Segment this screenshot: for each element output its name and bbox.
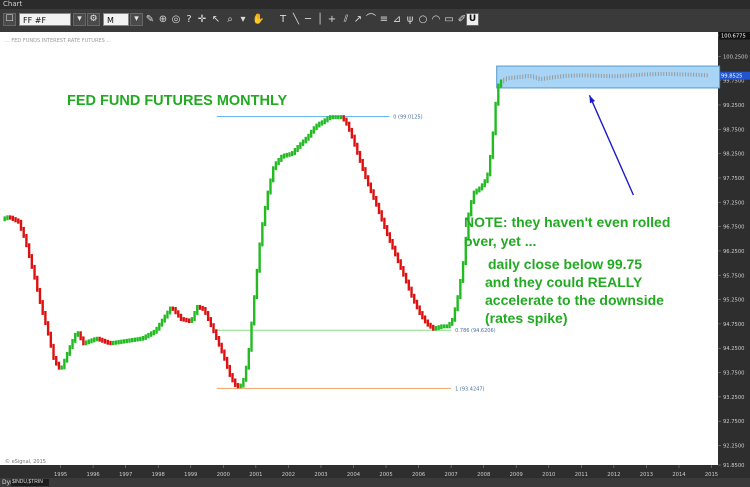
trendline-icon[interactable]: ╲ xyxy=(291,14,301,26)
copyright-text: © eSignal, 2015 xyxy=(5,458,46,465)
y-tick-label: 97.2500 xyxy=(723,200,744,206)
y-tick-label: 96.2500 xyxy=(723,249,744,255)
y-tick-label: 95.2500 xyxy=(723,298,744,304)
y-tick-label: 99.2500 xyxy=(723,103,744,109)
vertical-line-icon[interactable]: │ xyxy=(315,14,325,26)
settings-gear-icon[interactable]: ⚙ xyxy=(87,13,100,26)
chevron-down-icon[interactable]: ▾ xyxy=(73,13,86,26)
chart-title: FED FUND FUTURES MONTHLY xyxy=(67,93,288,109)
y-tick-label: 93.2500 xyxy=(723,395,744,401)
drawing-menu-icon[interactable]: ▾ xyxy=(238,14,248,26)
footer-symbol-field[interactable]: $INDU,$TRIN xyxy=(11,479,49,486)
interval-input[interactable]: M xyxy=(103,13,129,26)
window-title: Chart xyxy=(3,0,23,8)
arc-icon[interactable]: ◠ xyxy=(431,14,441,26)
channel-icon[interactable]: ⫽ xyxy=(341,14,351,26)
price-chart: ... FED FUNDS INTEREST RATE FUTURES ... 1… xyxy=(0,32,750,487)
pitchfork-icon[interactable]: ψ xyxy=(405,14,415,26)
fibonacci-icon[interactable]: ≡ xyxy=(379,14,389,26)
fib-label: 0.786 (94.6206) xyxy=(455,328,496,334)
y-tick-label: 93.7500 xyxy=(723,371,744,377)
y-tick-label: 92.2500 xyxy=(723,444,744,450)
ray-icon[interactable]: ↗ xyxy=(353,14,363,26)
rectangle-icon[interactable]: ▭ xyxy=(444,14,454,26)
link-icon[interactable]: ☐ xyxy=(3,13,16,26)
hand-icon[interactable]: ✋ xyxy=(252,14,264,26)
gann-icon[interactable]: ⊿ xyxy=(392,14,402,26)
body-line-3: accelerate to the downside xyxy=(485,292,664,308)
chart-area: ... FED FUNDS INTEREST RATE FUTURES ... 1… xyxy=(0,32,750,487)
y-tick-label: 100.2500 xyxy=(723,54,748,60)
magnifier-icon[interactable]: ⌕ xyxy=(225,14,235,26)
body-line-1: daily close below 99.75 xyxy=(488,256,642,272)
horizontal-line-icon[interactable]: ─ xyxy=(303,14,313,26)
pencil-icon[interactable]: ✎ xyxy=(145,14,155,26)
fib-label: 1 (93.4247) xyxy=(455,386,484,392)
cycle-icon[interactable]: ⌒ xyxy=(366,14,376,26)
note-line-1: NOTE: they haven't even rolled xyxy=(464,214,670,230)
y-tick-label: 92.7500 xyxy=(723,419,744,425)
body-line-2: and they could REALLY xyxy=(485,274,643,290)
unlock-icon[interactable]: U xyxy=(466,13,479,26)
last-price-label: 99.8525 xyxy=(721,74,742,80)
highlight-box xyxy=(496,65,721,89)
y-tick-label: 95.7500 xyxy=(723,273,744,279)
y-tick-label: 98.2500 xyxy=(723,152,744,158)
interval-dropdown-icon[interactable]: ▾ xyxy=(130,13,143,26)
window-title-bar: Chart xyxy=(0,0,750,9)
plus-line-icon[interactable]: + xyxy=(327,14,337,26)
body-line-4: (rates spike) xyxy=(485,310,567,326)
note-line-2: over, yet ... xyxy=(464,233,536,249)
y-tick-label: 94.2500 xyxy=(723,346,744,352)
status-bar: Dyn $INDU,$TRIN xyxy=(0,478,750,487)
symbol-input[interactable]: FF #F xyxy=(19,13,71,26)
zoom-icon[interactable]: ⊕ xyxy=(158,14,168,26)
ellipse-icon[interactable]: ○ xyxy=(418,14,428,26)
help-icon[interactable]: ? xyxy=(184,14,194,26)
target-icon[interactable]: ◎ xyxy=(171,14,181,26)
cursor-icon[interactable]: ↖ xyxy=(211,14,221,26)
y-tick-label: 97.7500 xyxy=(723,176,744,182)
text-tool-icon[interactable]: T xyxy=(278,14,288,26)
current-price-label: 100.6775 xyxy=(721,34,746,40)
y-tick-label: 94.7500 xyxy=(723,322,744,328)
y-tick-label: 98.7500 xyxy=(723,127,744,133)
fib-label: 0 (99.0125) xyxy=(393,115,422,121)
chart-toolbar: ☐ FF #F ▾ ⚙ M ▾ ✎ ⊕ ◎ ? ✛ ↖ ⌕ ▾ ✋ T ╲ ─ … xyxy=(0,9,750,33)
crosshair-icon[interactable]: ✛ xyxy=(197,14,207,26)
chart-header: ... FED FUNDS INTEREST RATE FUTURES ... xyxy=(5,38,112,44)
y-tick-label: 91.8500 xyxy=(723,463,744,469)
y-tick-label: 96.7500 xyxy=(723,225,744,231)
